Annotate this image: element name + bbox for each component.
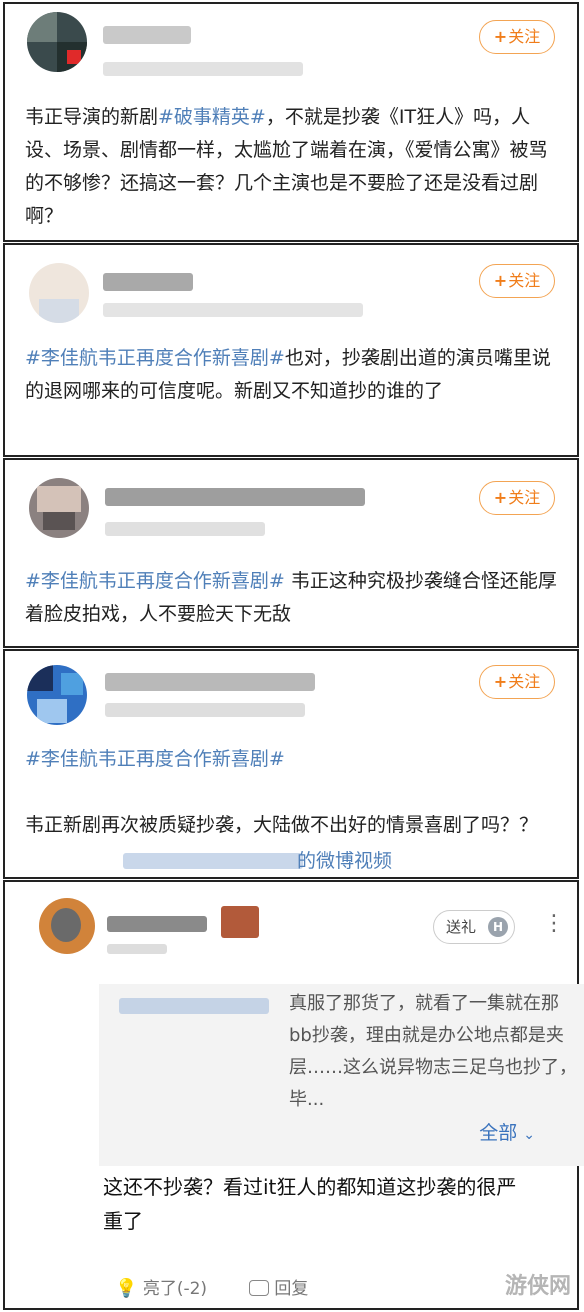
weibo-post-card: +关注 韦正导演的新剧#破事精英#，不就是抄袭《IT狂人》吗，人设、场景、剧情都…	[3, 2, 579, 242]
meta-blurred	[107, 944, 167, 954]
follow-label: 关注	[508, 27, 541, 46]
user-avatar[interactable]	[27, 665, 87, 725]
username-blurred[interactable]	[103, 26, 191, 44]
gift-badge-icon: H	[488, 917, 508, 937]
plus-icon: +	[493, 672, 508, 691]
username-blurred[interactable]	[105, 673, 315, 691]
plus-icon: +	[493, 488, 508, 507]
gift-button[interactable]: 送礼 H	[433, 910, 515, 944]
post-body: 韦正新剧再次被质疑抄袭，大陆做不出好的情景喜剧了吗？？	[25, 814, 539, 836]
comment-icon	[249, 1280, 269, 1296]
watermark: 游侠网	[505, 1274, 572, 1299]
quote-text: 真服了那货了，就看了一集就在那bb抄袭，理由就是办公地点都是夹层……这么说异物志…	[289, 993, 577, 1110]
user-avatar[interactable]	[29, 478, 89, 538]
gift-label: 送礼	[446, 918, 477, 936]
lightbulb-icon: 💡	[115, 1278, 138, 1299]
quote-user-blurred	[119, 998, 269, 1014]
post-meta-blurred	[103, 303, 363, 317]
user-avatar[interactable]	[27, 12, 87, 72]
plus-icon: +	[493, 27, 508, 46]
reply-button[interactable]: 回复	[249, 1274, 308, 1299]
weibo-post-card: +关注 #李佳航韦正再度合作新喜剧#也对，抄袭剧出道的演员嘴里说的退网哪来的可信…	[3, 243, 579, 457]
hashtag-link[interactable]: #破事精英#	[158, 106, 266, 128]
post-text: #李佳航韦正再度合作新喜剧# 韦正这种究极抄袭缝合怪还能厚着脸皮拍戏，人不要脸天…	[25, 565, 557, 631]
comment-text: 这还不抄袭？看过it狂人的都知道这抄袭的很严重了	[103, 1175, 517, 1233]
video-author-blurred	[123, 853, 303, 869]
weibo-post-card: +关注 #李佳航韦正再度合作新喜剧# 韦正新剧再次被质疑抄袭，大陆做不出好的情景…	[3, 649, 579, 879]
post-text: #李佳航韦正再度合作新喜剧#也对，抄袭剧出道的演员嘴里说的退网哪来的可信度呢。新…	[25, 342, 557, 408]
user-avatar[interactable]	[39, 898, 95, 954]
follow-label: 关注	[508, 672, 541, 691]
follow-button[interactable]: +关注	[479, 20, 555, 54]
like-button[interactable]: 💡 亮了(-2)	[115, 1274, 207, 1299]
quoted-comment[interactable]: 真服了那货了，就看了一集就在那bb抄袭，理由就是办公地点都是夹层……这么说异物志…	[99, 984, 584, 1166]
user-avatar[interactable]	[29, 263, 89, 323]
chevron-down-icon: ⌄	[523, 1127, 535, 1143]
weibo-post-card: +关注 #李佳航韦正再度合作新喜剧# 韦正这种究极抄袭缝合怪还能厚着脸皮拍戏，人…	[3, 458, 579, 648]
follow-label: 关注	[508, 271, 541, 290]
post-hashtag[interactable]: #李佳航韦正再度合作新喜剧#	[25, 743, 557, 776]
username-blurred[interactable]	[105, 488, 365, 506]
video-link[interactable]: 的微博视频	[297, 845, 392, 878]
post-text: 韦正新剧再次被质疑抄袭，大陆做不出好的情景喜剧了吗？？	[25, 809, 557, 842]
username-blurred[interactable]	[103, 273, 193, 291]
like-label: 亮了(-2)	[142, 1279, 208, 1299]
post-text-segment: 韦正导演的新剧	[25, 106, 159, 128]
badge-blurred	[221, 906, 259, 938]
post-text: 韦正导演的新剧#破事精英#，不就是抄袭《IT狂人》吗，人设、场景、剧情都一样，太…	[25, 101, 557, 233]
follow-button[interactable]: +关注	[479, 665, 555, 699]
comment-card: 送礼 H ⋮ 真服了那货了，就看了一集就在那bb抄袭，理由就是办公地点都是夹层……	[3, 880, 584, 1310]
follow-button[interactable]: +关注	[479, 264, 555, 298]
hashtag-link[interactable]: #李佳航韦正再度合作新喜剧#	[25, 347, 285, 369]
post-meta-blurred	[105, 703, 305, 717]
post-meta-blurred	[105, 522, 265, 536]
hashtag-link[interactable]: #李佳航韦正再度合作新喜剧#	[25, 748, 285, 770]
quote-more-label: 全部	[479, 1122, 518, 1144]
plus-icon: +	[493, 271, 508, 290]
reply-label: 回复	[274, 1279, 309, 1299]
follow-button[interactable]: +关注	[479, 481, 555, 515]
follow-label: 关注	[508, 488, 541, 507]
post-meta-blurred	[103, 62, 303, 76]
quote-more-link[interactable]: 全部 ⌄	[479, 1118, 535, 1145]
more-vertical-icon[interactable]: ⋮	[543, 913, 565, 935]
username-blurred[interactable]	[107, 916, 207, 932]
hashtag-link[interactable]: #李佳航韦正再度合作新喜剧#	[25, 570, 285, 592]
